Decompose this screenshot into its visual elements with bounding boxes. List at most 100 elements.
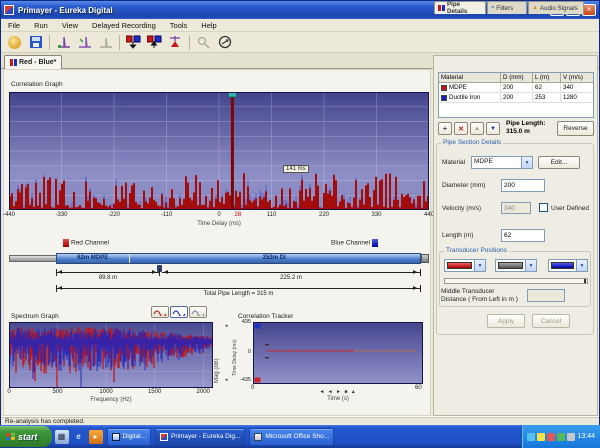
delete-section-button[interactable]: ✕ (454, 122, 468, 135)
tab-pipe-details[interactable]: Pipe Details (434, 1, 486, 14)
mdpe-color-swatch (441, 85, 447, 91)
up-arrow-icon: ▲ (474, 126, 480, 132)
pipe-segment-mdpe: 62m MDPE (57, 254, 129, 263)
tracker-plot[interactable] (253, 322, 423, 384)
dropdown-arrow-icon[interactable]: ▼ (474, 260, 485, 271)
edit-material-button[interactable]: Edit... (538, 156, 580, 169)
start-button[interactable]: start (0, 426, 52, 447)
toolbar-separator (189, 35, 190, 50)
velocity-label: Velocity (m/s) (442, 205, 481, 212)
spectrum-both-toggle[interactable] (189, 306, 207, 318)
slider-thumb[interactable] (584, 279, 586, 283)
spectrum-plot[interactable] (9, 322, 213, 388)
open-icon (8, 36, 21, 49)
tracker-ymax: 435 (235, 319, 251, 325)
close-button[interactable]: ✕ (582, 4, 596, 16)
upload-red-blue-button[interactable] (145, 34, 164, 51)
menu-delayed-recording[interactable]: Delayed Recording (85, 20, 163, 31)
tab-filters[interactable]: ≈ Filters (487, 1, 527, 14)
user-defined-checkbox[interactable] (539, 203, 548, 212)
middle-transducer-dropdown[interactable]: ▼ (495, 259, 537, 272)
transducer-position-slider[interactable] (444, 278, 588, 284)
tracker-y-label: Time Delay (ms) (232, 336, 238, 376)
table-row[interactable]: MDPE 200 62 340 (439, 83, 593, 93)
arrow-right-icon (413, 286, 417, 290)
task-office[interactable]: Microsoft Office Sho... (249, 428, 334, 446)
tray-network-icon[interactable] (527, 433, 535, 441)
spectrum-red-toggle[interactable] (151, 306, 169, 318)
velocity-input[interactable] (501, 202, 531, 214)
navigate-button[interactable] (215, 34, 234, 51)
tab-red-blue[interactable]: Red - Blue* (4, 55, 62, 69)
reverse-button[interactable]: Reverse (557, 121, 594, 136)
dropdown-arrow-icon[interactable]: ▼ (525, 260, 536, 271)
task-digital[interactable]: Digital... (107, 428, 151, 446)
menu-help[interactable]: Help (194, 20, 223, 31)
tray-scheduler-icon[interactable] (557, 433, 565, 441)
x-tick: 2000 (197, 389, 210, 395)
correlation-run-button[interactable] (75, 34, 94, 51)
red-transducer-dropdown[interactable]: ▼ (444, 259, 486, 272)
menu-run[interactable]: Run (27, 20, 55, 31)
table-row[interactable]: Ductile Iron 200 253 1280 (439, 93, 593, 103)
dropdown-arrow-icon[interactable]: ▼ (521, 157, 532, 168)
spectrum-x-axis: 0 500 1000 1500 2000 (9, 389, 213, 397)
move-up-button[interactable]: ▲ (470, 122, 484, 135)
zoom-button[interactable] (194, 34, 213, 51)
middle-distance-input[interactable] (527, 289, 565, 302)
task-icon (254, 433, 262, 441)
cancel-button[interactable]: Cancel (532, 314, 570, 328)
menu-file[interactable]: File (1, 20, 27, 31)
dim-tick (420, 269, 421, 276)
materials-table[interactable]: Material D (mm) L (m) V (m/s) MDPE 200 6… (438, 72, 594, 118)
material-dropdown[interactable]: MDPE ▼ (471, 156, 533, 169)
blue-transducer-dropdown[interactable]: ▼ (548, 259, 588, 272)
correlation-plot[interactable] (9, 92, 429, 210)
gray-wave-icon (191, 308, 205, 316)
taskbar-clock[interactable]: 13:44 (577, 433, 595, 440)
save-button[interactable] (26, 34, 45, 51)
x-tick: -330 (55, 212, 67, 218)
download-red-blue-button[interactable] (124, 34, 143, 51)
spectrum-y-label: Mag (dB) (214, 331, 220, 383)
total-pipe-length-label: Total Pipe Length = 315 m (56, 291, 421, 297)
menu-view[interactable]: View (55, 20, 85, 31)
arrow-left-icon (58, 270, 62, 274)
menu-tools[interactable]: Tools (163, 20, 195, 31)
move-down-button[interactable]: ▼ (486, 122, 500, 135)
open-button[interactable] (5, 34, 24, 51)
tray-antivirus-icon[interactable] (547, 433, 555, 441)
correlation-disabled-button[interactable] (96, 34, 115, 51)
analyze-button[interactable] (166, 34, 185, 51)
length-input[interactable] (501, 229, 545, 242)
show-desktop-icon[interactable]: ▦ (55, 430, 69, 444)
tray-safely-remove-icon[interactable] (567, 433, 575, 441)
toolbar-separator (49, 35, 50, 50)
task-primayer[interactable]: Primayer - Eureka Dig... (155, 428, 245, 446)
diameter-input[interactable] (501, 179, 545, 192)
internet-explorer-icon[interactable]: e (72, 430, 86, 444)
tracker-ymin: -435 (235, 377, 251, 383)
add-section-button[interactable]: + (438, 122, 452, 135)
tracker-transport-controls[interactable]: ◄ ◄ ► ■ ▲ (253, 389, 423, 395)
status-text: Re-analysis has completed. (1, 418, 85, 425)
correlation-graph-title: Correlation Graph (11, 81, 63, 88)
pipe-section-details-title: Pipe Section Details (441, 139, 503, 146)
spectrum-blue-toggle[interactable] (170, 306, 188, 318)
correlation-view-button[interactable] (54, 34, 73, 51)
tray-volume-icon[interactable] (537, 433, 545, 441)
red-wave-icon (153, 308, 167, 316)
app-icon (4, 5, 14, 15)
dim-right-label: 225.2 m (162, 275, 420, 281)
red-swatch-icon (447, 262, 472, 269)
apply-button[interactable]: Apply (487, 314, 525, 328)
add-icon: + (443, 124, 448, 133)
desktop: Primayer - Eureka Digital _ □ ✕ File Run… (0, 0, 600, 448)
spectrum-ymin-marker: ◂ (225, 377, 228, 383)
media-player-icon[interactable]: ▸ (89, 430, 103, 444)
x-tick: 500 (53, 389, 63, 395)
pipe-bar[interactable]: 62m MDPE 253m DI (56, 253, 421, 264)
spike-graph-icon (57, 35, 71, 49)
tab-audio-signals[interactable]: ▲ Audio Signals (528, 1, 584, 14)
dropdown-arrow-icon[interactable]: ▼ (576, 260, 587, 271)
